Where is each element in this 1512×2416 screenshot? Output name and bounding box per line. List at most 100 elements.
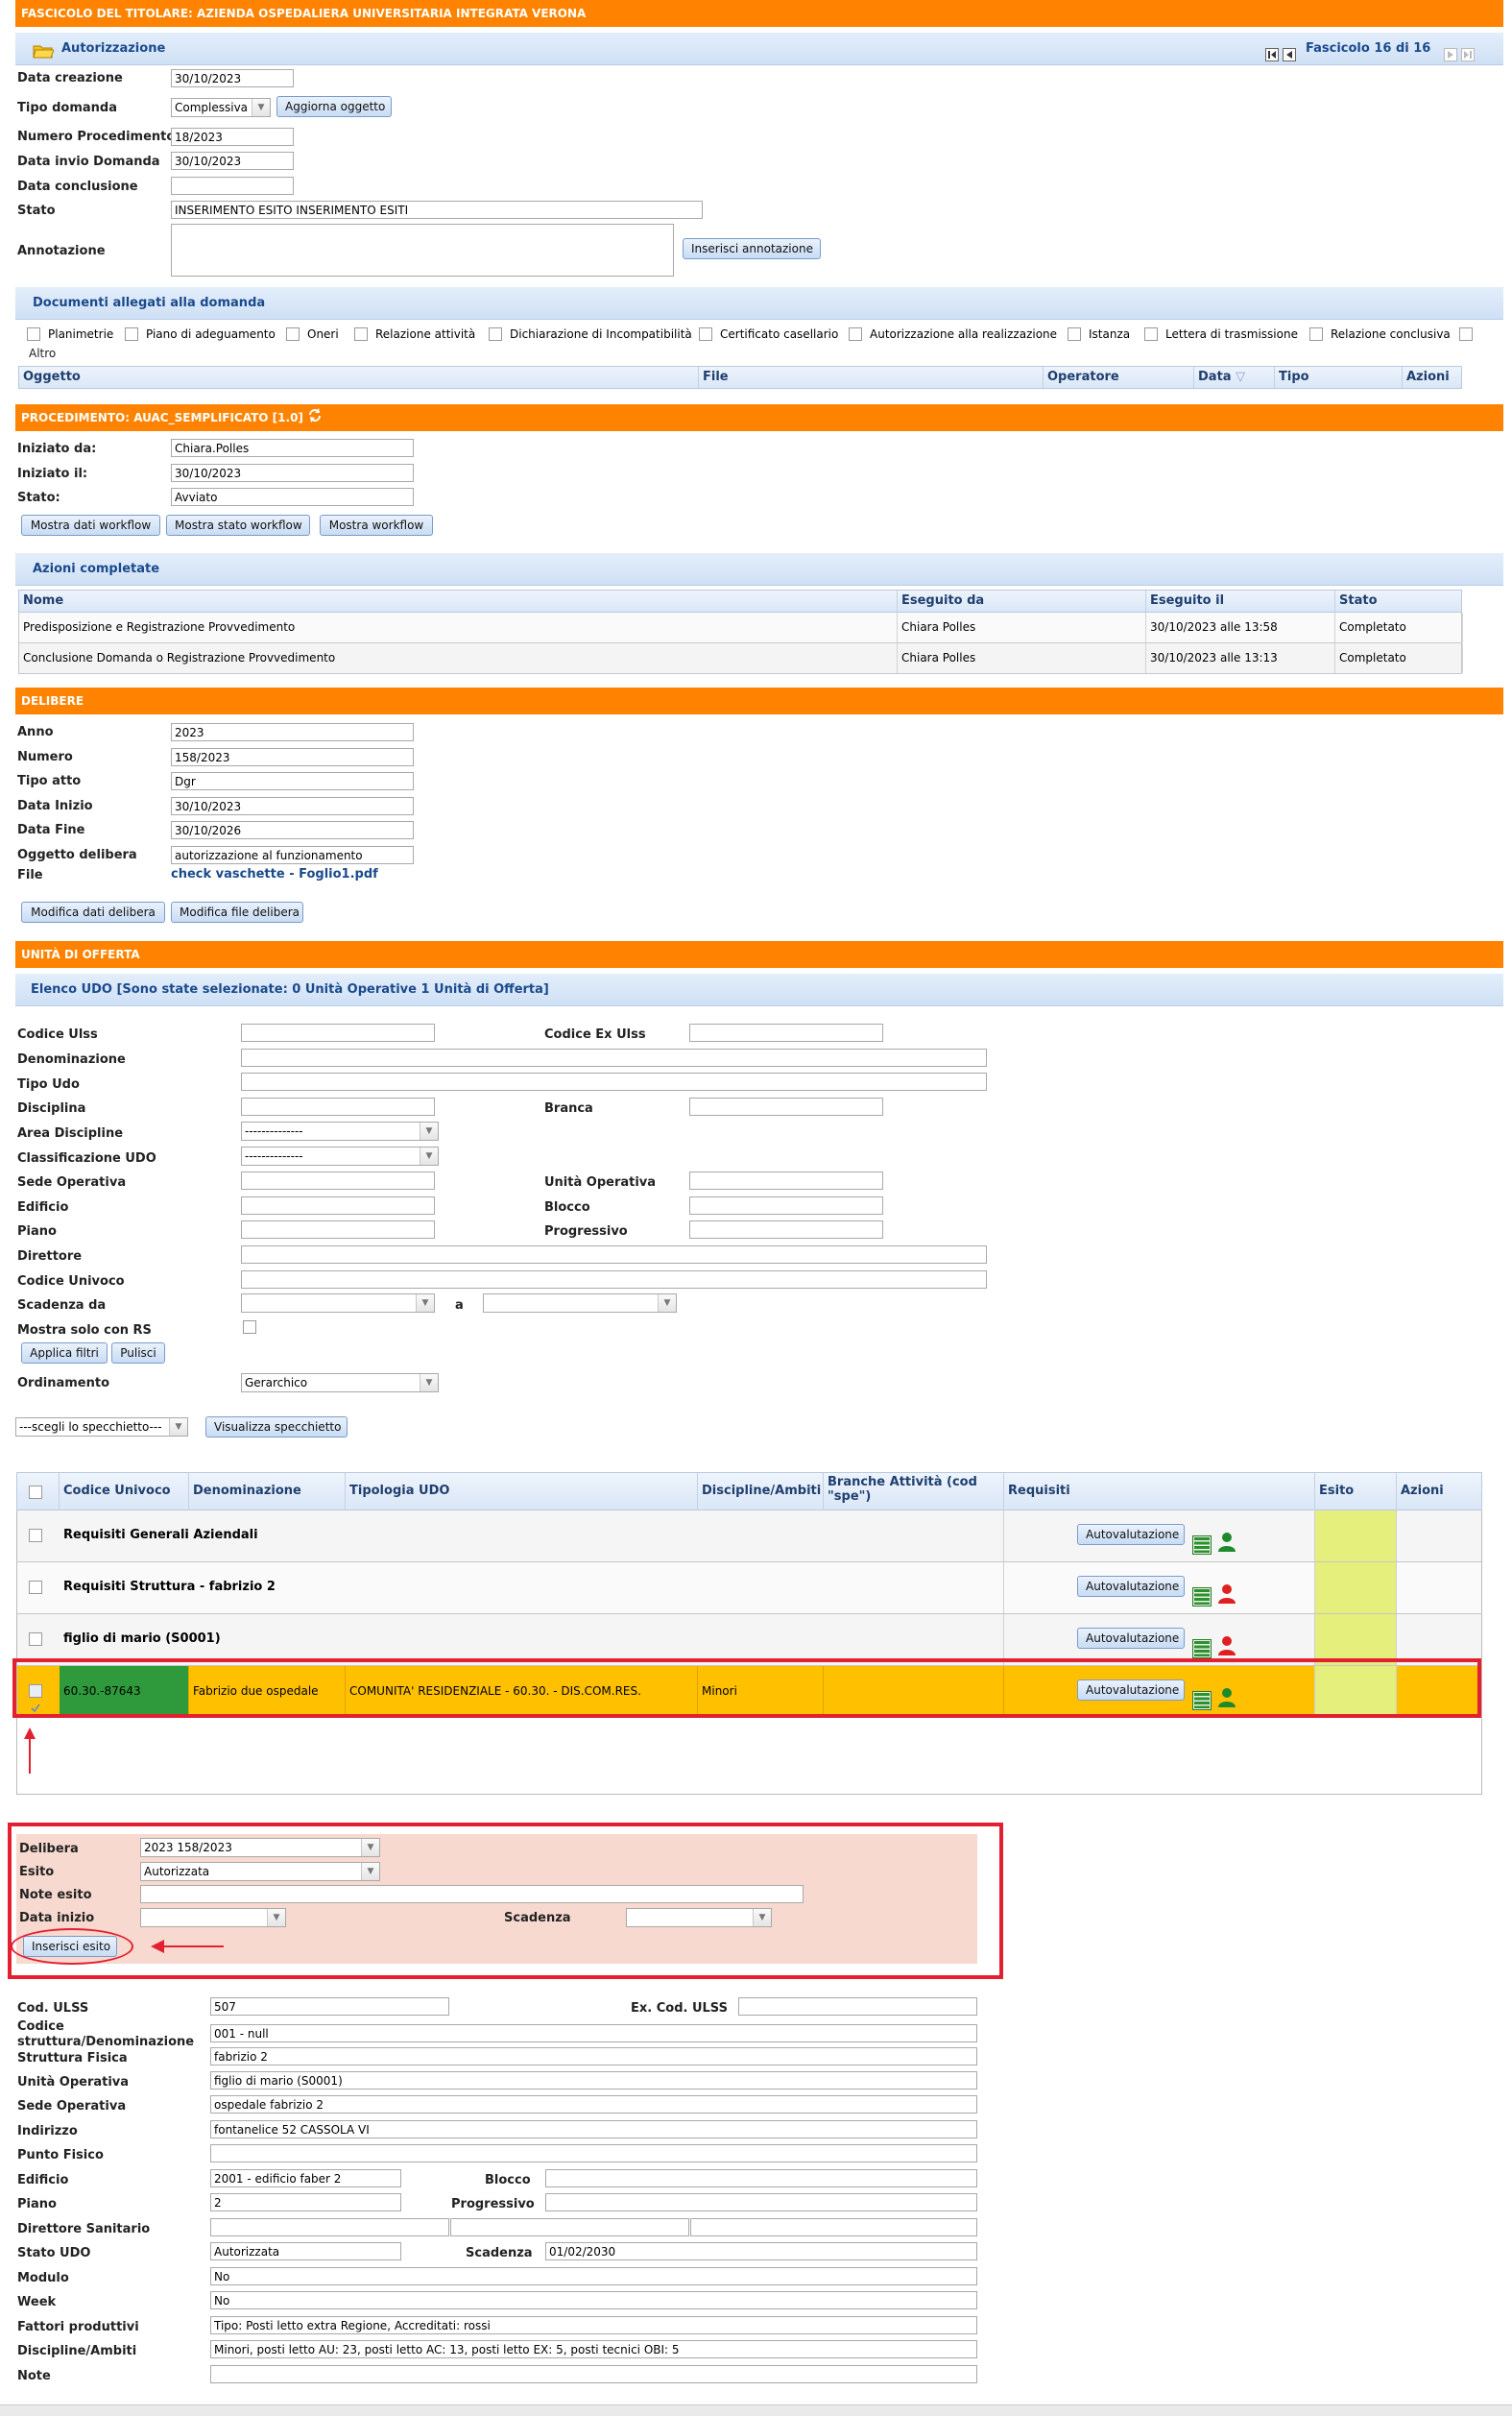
prev-page-icon[interactable] [1283,42,1296,75]
specchietto-select[interactable]: ---scegli lo specchietto--- ▼ [15,1417,188,1437]
codice-ex-ulss-input[interactable] [689,1024,883,1042]
col-codice-univoco[interactable]: Codice Univoco [60,1473,189,1510]
area-discipline-select[interactable]: -------------- ▼ [241,1122,439,1141]
mostra-rs-checkbox[interactable] [243,1320,256,1334]
detail-struttura-fisica-field[interactable]: fabrizio 2 [210,2047,977,2066]
delibera-select[interactable]: 2023 158/2023 ▼ [140,1838,380,1857]
esito-select[interactable]: Autorizzata ▼ [140,1862,380,1881]
doc-checkbox-4[interactable] [489,327,502,341]
detail-stato-udo-field[interactable]: Autorizzata [210,2242,401,2260]
col-stato[interactable]: Stato [1335,591,1463,612]
blocco-input[interactable] [689,1196,883,1215]
col-tipo[interactable]: Tipo [1275,367,1403,388]
denominazione-input[interactable] [241,1049,987,1067]
detail-sede-operativa-field[interactable]: ospedale fabrizio 2 [210,2095,977,2114]
branca-input[interactable] [689,1098,883,1116]
detail-progressivo-field[interactable] [545,2193,977,2211]
iniziato-il-field[interactable]: 30/10/2023 [171,464,414,482]
tipo_atto-field[interactable]: Dgr [171,772,414,790]
anno-field[interactable]: 2023 [171,723,414,741]
applica-filtri-button[interactable]: Applica filtri [21,1342,108,1364]
detail-unita-operativa-field[interactable]: figlio di mario (S0001) [210,2071,977,2090]
direttore-input[interactable] [241,1245,987,1264]
doc-checkbox-3[interactable] [354,327,368,341]
detail-modulo-field[interactable]: No [210,2267,977,2285]
data-conclusione-field[interactable] [171,177,294,195]
doc-checkbox-altro[interactable] [1459,327,1473,341]
col-eseguito-da[interactable]: Eseguito da [898,591,1146,612]
detail-piano-field[interactable]: 2 [210,2193,401,2211]
delibera-file-link[interactable]: check vaschette - Foglio1.pdf [171,867,378,882]
progressivo-input[interactable] [689,1220,883,1239]
col-file[interactable]: File [699,367,1044,388]
mostra-stato-workflow-button[interactable]: Mostra stato workflow [166,515,310,536]
disciplina-input[interactable] [241,1098,435,1116]
data-inizio-esito-select[interactable]: ▼ [140,1908,286,1927]
detail-blocco-field[interactable] [545,2169,977,2187]
doc-checkbox-1[interactable] [125,327,138,341]
classificazione-udo-select[interactable]: -------------- ▼ [241,1147,439,1166]
inserisci-annotazione-button[interactable]: Inserisci annotazione [683,238,821,259]
data_inizio-field[interactable]: 30/10/2023 [171,796,414,815]
detail-scadenza-field[interactable]: 01/02/2030 [545,2242,977,2260]
detail-week-field[interactable]: No [210,2291,977,2309]
detail-edificio-field[interactable]: 2001 - edificio faber 2 [210,2169,401,2187]
scadenza-a-select[interactable]: ▼ [483,1293,677,1313]
stato-proc-field[interactable]: Avviato [171,488,414,506]
mostra-dati-workflow-button[interactable]: Mostra dati workflow [21,515,160,536]
edificio-input[interactable] [241,1196,435,1215]
doc-checkbox-9[interactable] [1309,327,1323,341]
mostra-workflow-button[interactable]: Mostra workflow [320,515,433,536]
data-creazione-field[interactable]: 30/10/2023 [171,69,294,87]
detail-cod-ulss-field[interactable]: 507 [210,1997,449,2016]
autovalutazione-button[interactable]: Autovalutazione [1077,1524,1185,1545]
data-invio-field[interactable]: 30/10/2023 [171,152,294,170]
doc-checkbox-2[interactable] [286,327,300,341]
codice-univoco-input[interactable] [241,1270,987,1289]
horizontal-scrollbar[interactable] [0,2404,1512,2416]
numero-field[interactable]: 158/2023 [171,747,414,766]
col-eseguito-il[interactable]: Eseguito il [1146,591,1335,612]
detail-note-field[interactable] [210,2365,977,2383]
codice-ulss-input[interactable] [241,1024,435,1042]
oggetto-field[interactable]: autorizzazione al funzionamento [171,845,414,864]
visualizza-specchietto-button[interactable]: Visualizza specchietto [205,1416,348,1438]
detail-discipline-field[interactable]: Minori, posti letto AU: 23, posti letto … [210,2340,977,2358]
select-all-checkbox[interactable] [29,1486,42,1499]
list-grid-icon[interactable] [1192,1578,1212,1613]
refresh-icon[interactable] [307,405,323,432]
detail-indirizzo-field[interactable]: fontanelice 52 CASSOLA VI [210,2120,977,2138]
col-oggetto[interactable]: Oggetto [19,367,699,388]
detail-direttore-field-1[interactable] [210,2218,449,2236]
tipo-udo-input[interactable] [241,1073,987,1091]
col-branche[interactable]: Branche Attività (cod "spe") [824,1473,1004,1510]
detail-fattori-field[interactable]: Tipo: Posti letto extra Regione, Accredi… [210,2316,977,2334]
user-status-icon[interactable] [1217,1524,1236,1561]
aggiorna-oggetto-button[interactable]: Aggiorna oggetto [276,96,392,117]
sede-operativa-input[interactable] [241,1172,435,1190]
modifica-file-delibera-button[interactable]: Modifica file delibera [171,902,303,923]
modifica-dati-delibera-button[interactable]: Modifica dati delibera [21,902,165,923]
autovalutazione-button[interactable]: Autovalutazione [1077,1576,1185,1597]
ordinamento-select[interactable]: Gerarchico ▼ [241,1373,439,1392]
detail-codice-struttura-field[interactable]: 001 - null [210,2024,977,2042]
data_fine-field[interactable]: 30/10/2026 [171,821,414,839]
user-status-icon[interactable] [1217,1576,1236,1613]
stato-field[interactable]: INSERIMENTO ESITO INSERIMENTO ESITI [171,201,703,219]
doc-checkbox-8[interactable] [1144,327,1158,341]
doc-checkbox-6[interactable] [849,327,862,341]
tipo-domanda-select[interactable]: Complessiva ▼ [171,98,271,117]
table-row[interactable]: Requisiti Generali Aziendali Autovalutazi… [16,1510,1482,1562]
detail-direttore-field-2[interactable] [450,2218,689,2236]
last-page-icon[interactable] [1461,42,1475,75]
detail-direttore-field-3[interactable] [690,2218,977,2236]
row-checkbox[interactable] [29,1529,42,1542]
unita-operativa-input[interactable] [689,1172,883,1190]
col-denominazione[interactable]: Denominazione [189,1473,346,1510]
doc-checkbox-7[interactable] [1068,327,1081,341]
doc-checkbox-5[interactable] [699,327,712,341]
scadenza-esito-select[interactable]: ▼ [626,1908,772,1927]
col-tipologia[interactable]: Tipologia UDO [346,1473,698,1510]
tab-autorizzazione[interactable]: Autorizzazione [61,33,165,65]
col-nome[interactable]: Nome [19,591,898,612]
